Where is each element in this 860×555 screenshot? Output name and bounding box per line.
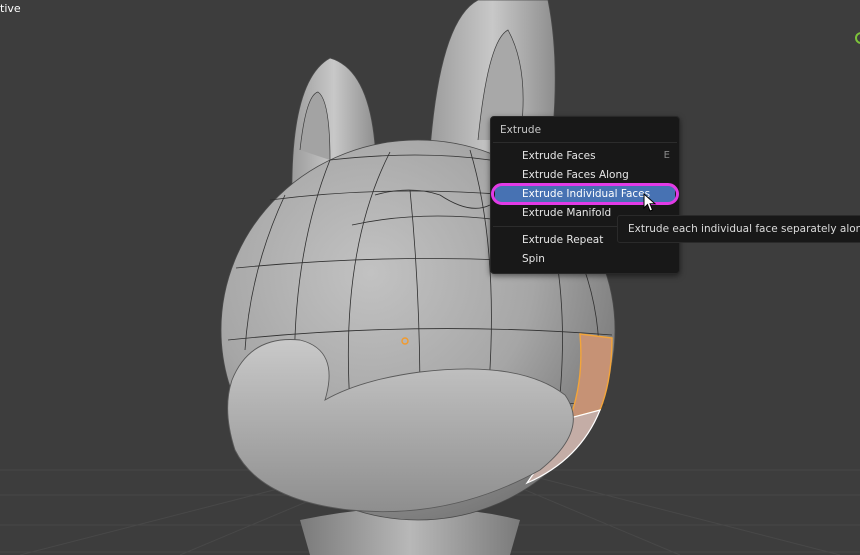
viewport-scene — [0, 0, 860, 555]
menu-item-label: Extrude Manifold — [522, 207, 612, 219]
viewport-mode-label: tive — [0, 2, 21, 15]
menu-divider — [493, 142, 677, 143]
menu-item-extrude-faces-along-normals[interactable]: Extrude Faces Along Normals — [495, 166, 675, 199]
mouse-cursor-icon — [643, 193, 657, 212]
menu-item-label: Spin — [522, 253, 545, 265]
extrude-menu-title: Extrude — [500, 124, 542, 136]
tooltip: Extrude each individual face separately … — [617, 215, 860, 243]
menu-item-label: Extrude Repeat — [522, 234, 604, 246]
menu-item-spin[interactable]: Spin — [495, 250, 675, 268]
3d-viewport[interactable]: tive Extrude Extrude Faces E Extrude Fac… — [0, 0, 860, 555]
menu-item-extrude-faces[interactable]: Extrude Faces E — [495, 147, 675, 165]
menu-item-shortcut: E — [663, 150, 670, 161]
menu-item-label: Extrude Faces — [522, 150, 596, 162]
menu-item-label: Extrude Individual Faces — [522, 188, 651, 200]
tooltip-text: Extrude each individual face separately … — [628, 223, 860, 235]
navigation-gizmo-icon[interactable] — [855, 32, 860, 44]
